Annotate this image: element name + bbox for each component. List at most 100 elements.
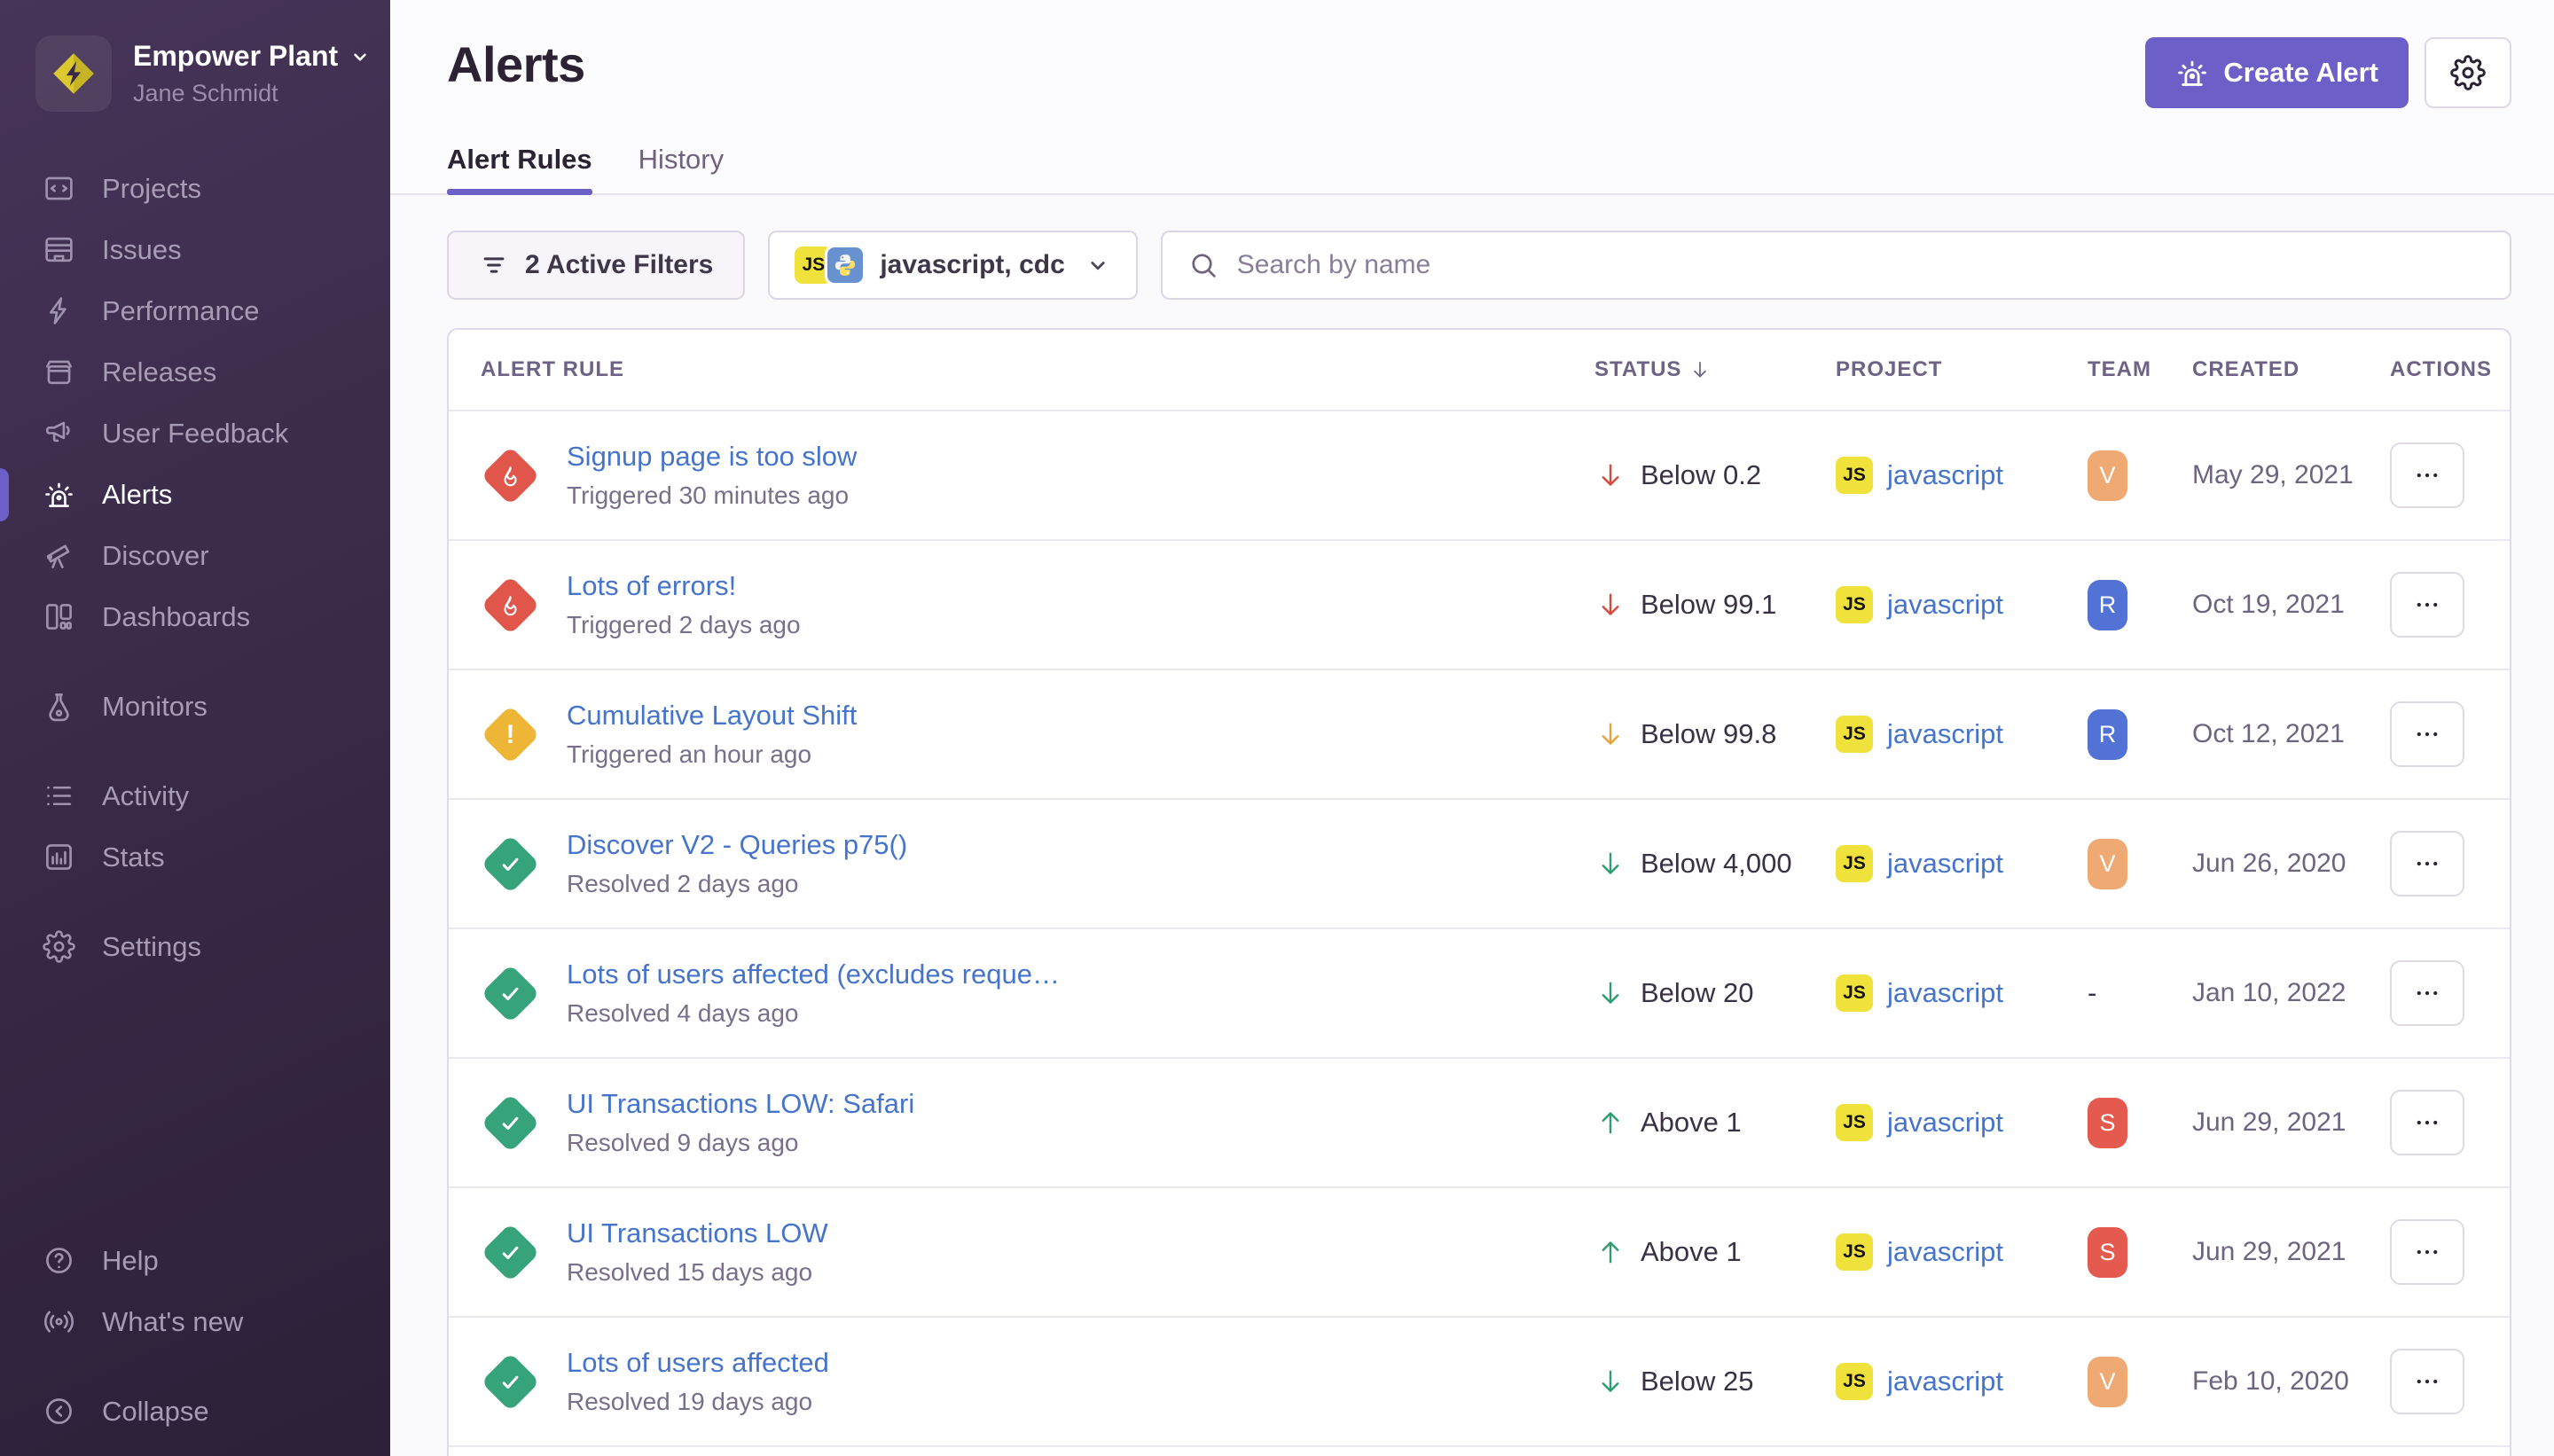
active-filters-button[interactable]: 2 Active Filters	[447, 231, 745, 300]
project-link[interactable]: javascript	[1887, 1236, 2003, 1268]
column-header-created[interactable]: Created	[2192, 357, 2390, 382]
dots-icon	[2412, 1108, 2442, 1138]
sidebar-item-settings[interactable]: Settings	[0, 916, 390, 977]
project-link[interactable]: javascript	[1887, 1107, 2003, 1139]
team-avatar[interactable]: S	[2088, 1098, 2127, 1148]
alert-rule-link[interactable]: Lots of users affected	[567, 1347, 829, 1379]
sidebar-item-alerts[interactable]: Alerts	[0, 464, 390, 525]
row-actions-button[interactable]	[2390, 1090, 2464, 1155]
nav-group: ProjectsIssuesPerformanceReleases User Fe…	[0, 158, 390, 647]
row-actions-button[interactable]	[2390, 701, 2464, 767]
sidebar-item-performance[interactable]: Performance	[0, 280, 390, 341]
sidebar-item-user-feedback[interactable]: User Feedback	[0, 403, 390, 464]
team-avatar[interactable]: R	[2088, 709, 2127, 760]
org-switcher[interactable]: Empower Plant Jane Schmidt	[0, 0, 390, 137]
column-header-actions[interactable]: Actions	[2390, 357, 2510, 382]
alert-rule-link[interactable]: UI Transactions LOW: Safari	[567, 1088, 914, 1120]
project-cell: JSjavascript	[1836, 975, 2088, 1012]
project-link[interactable]: javascript	[1887, 848, 2003, 880]
arrow-down-icon	[1594, 1366, 1626, 1397]
alert-rule-link[interactable]: Lots of users affected (excludes reque…	[567, 959, 1060, 990]
created-cell: Jun 29, 2021	[2192, 1108, 2390, 1138]
project-filter-dropdown[interactable]: JS javascript, cdc	[768, 231, 1137, 300]
project-link[interactable]: javascript	[1887, 589, 2003, 621]
column-header-status[interactable]: Status	[1594, 357, 1836, 382]
sidebar-item-help[interactable]: Help	[0, 1230, 390, 1291]
search-input[interactable]	[1237, 250, 2485, 280]
create-alert-button[interactable]: Create Alert	[2145, 37, 2409, 108]
alert-rule-link[interactable]: UI Transactions LOW	[567, 1217, 828, 1249]
sidebar-item-projects[interactable]: Projects	[0, 158, 390, 219]
warning-diamond-icon: !	[481, 705, 539, 763]
team-avatar[interactable]: V	[2088, 1357, 2127, 1407]
sidebar-item-releases[interactable]: Releases	[0, 341, 390, 403]
created-cell: Oct 19, 2021	[2192, 590, 2390, 620]
team-avatar[interactable]: S	[2088, 1227, 2127, 1278]
project-link[interactable]: javascript	[1887, 718, 2003, 750]
nav-group: Monitors	[0, 676, 390, 737]
flame-icon	[497, 461, 525, 489]
active-filters-label: 2 Active Filters	[525, 250, 713, 280]
check-icon	[497, 1108, 525, 1137]
project-cell: JSjavascript	[1836, 1104, 2088, 1141]
sidebar-item-issues[interactable]: Issues	[0, 219, 390, 280]
alert-rule-link[interactable]: Signup page is too slow	[567, 441, 857, 473]
empower-plant-logo-icon	[51, 51, 97, 97]
column-header-alert-rule[interactable]: Alert Rule	[449, 357, 1594, 382]
created-cell: Jun 29, 2021	[2192, 1237, 2390, 1267]
row-actions-button[interactable]	[2390, 442, 2464, 508]
sidebar-item-label: Stats	[102, 842, 165, 873]
team-avatar[interactable]: V	[2088, 450, 2127, 501]
arrow-down-icon	[1594, 459, 1626, 491]
content: 2 Active Filters JS javascript, cdc	[390, 195, 2554, 1456]
team-avatar[interactable]: V	[2088, 839, 2127, 889]
row-actions-button[interactable]	[2390, 831, 2464, 896]
project-cell: JSjavascript	[1836, 716, 2088, 753]
actions-cell	[2390, 960, 2510, 1026]
alert-rule-link[interactable]: Discover V2 - Queries p75()	[567, 829, 907, 861]
project-link[interactable]: javascript	[1887, 977, 2003, 1009]
project-link[interactable]: javascript	[1887, 1366, 2003, 1397]
python-platform-icon	[825, 245, 866, 286]
page-title: Alerts	[447, 35, 585, 93]
tab-alert-rules[interactable]: Alert Rules	[447, 144, 592, 193]
row-actions-button[interactable]	[2390, 572, 2464, 638]
alerts-icon	[43, 478, 75, 511]
column-header-project[interactable]: Project	[1836, 357, 2088, 382]
dots-icon	[2412, 590, 2442, 620]
row-actions-button[interactable]	[2390, 1219, 2464, 1285]
stats-icon	[43, 841, 75, 873]
tab-history[interactable]: History	[638, 144, 724, 193]
sidebar-item-label: Dashboards	[102, 601, 250, 633]
sidebar-item-collapse[interactable]: Collapse	[0, 1381, 390, 1442]
page-header: Alerts Create Alert Alert Rules History	[390, 0, 2554, 195]
row-actions-button[interactable]	[2390, 960, 2464, 1026]
javascript-platform-icon: JS	[1836, 1233, 1873, 1271]
row-actions-button[interactable]	[2390, 1349, 2464, 1414]
sidebar: Empower Plant Jane Schmidt ProjectsIssue…	[0, 0, 390, 1456]
actions-cell	[2390, 1219, 2510, 1285]
resolved-diamond-icon	[481, 1352, 539, 1411]
column-header-team[interactable]: Team	[2088, 357, 2192, 382]
alert-rule-subtitle: Resolved 2 days ago	[567, 870, 907, 898]
sidebar-item-stats[interactable]: Stats	[0, 826, 390, 888]
alert-settings-button[interactable]	[2425, 37, 2511, 108]
dots-icon	[2412, 719, 2442, 749]
project-link[interactable]: javascript	[1887, 459, 2003, 491]
tabs: Alert Rules History	[390, 144, 2554, 195]
create-alert-label: Create Alert	[2223, 57, 2378, 89]
sidebar-item-label: User Feedback	[102, 418, 288, 450]
alert-rule-link[interactable]: Cumulative Layout Shift	[567, 700, 857, 732]
sidebar-item-dashboards[interactable]: Dashboards	[0, 586, 390, 647]
team-cell: -	[2088, 977, 2192, 1009]
sidebar-item-activity[interactable]: Activity	[0, 765, 390, 826]
alert-rule-link[interactable]: Lots of errors!	[567, 570, 801, 602]
sidebar-item-what-s-new[interactable]: What's new	[0, 1291, 390, 1352]
status-value: Below 20	[1641, 977, 1754, 1009]
sidebar-item-monitors[interactable]: Monitors	[0, 676, 390, 737]
team-avatar[interactable]: R	[2088, 580, 2127, 630]
resolved-diamond-icon	[481, 1093, 539, 1152]
status-cell: Below 20	[1594, 977, 1836, 1009]
status-value: Below 0.2	[1641, 459, 1761, 491]
sidebar-item-discover[interactable]: Discover	[0, 525, 390, 586]
